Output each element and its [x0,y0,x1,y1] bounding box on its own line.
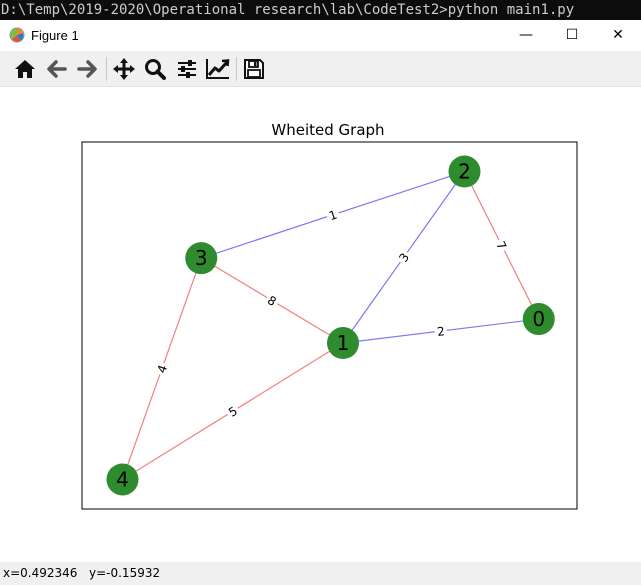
edge-weight-label: 4 [152,360,172,378]
node-label: 4 [116,467,129,491]
node-label: 1 [337,331,350,355]
edge-weight-label: 3 [393,247,414,267]
cursor-x-readout: x=0.492346 [3,566,78,580]
graph-plot: Wheited Graph 7 1 3 2 8 4 5 0 1 2 3 4 [81,121,578,510]
edge-weight-label: 5 [223,401,243,422]
title-bar: Figure 1 — ☐ ✕ [0,20,641,51]
configure-subplots-button[interactable] [174,56,200,82]
save-button[interactable] [241,56,267,82]
edit-axes-button[interactable] [205,56,231,82]
node-label: 3 [195,246,208,270]
matplotlib-app-icon [9,27,25,43]
cursor-y-readout: y=-0.15932 [89,566,161,580]
floppy-disk-icon [244,59,264,79]
close-button[interactable]: ✕ [595,20,641,51]
chart-title: Wheited Graph [271,121,384,139]
arrow-right-icon [77,60,97,78]
edge-weight-label: 1 [324,205,342,225]
toolbar-separator [106,57,107,81]
figure-window: Figure 1 — ☐ ✕ Wheited Graph 7 1 3 2 8 4… [0,20,641,585]
edge-weight-label: 8 [262,290,282,311]
move-icon [113,58,135,80]
forward-button[interactable] [74,56,100,82]
axes-frame [81,141,578,510]
maximize-button[interactable]: ☐ [549,20,595,51]
window-title: Figure 1 [31,28,79,43]
sliders-icon [178,60,196,78]
status-bar: x=0.492346 y=-0.15932 [0,562,641,585]
navigation-toolbar [0,51,641,87]
edge-weight-label: 7 [491,236,512,255]
home-icon [15,60,35,78]
figure-canvas[interactable]: Wheited Graph 7 1 3 2 8 4 5 0 1 2 3 4 [0,87,641,562]
zoom-button[interactable] [142,56,168,82]
pan-button[interactable] [111,56,137,82]
home-button[interactable] [12,56,38,82]
line-chart-icon [206,59,230,79]
node-label: 0 [532,307,545,331]
edge-weight-label: 2 [433,322,448,340]
minimize-button[interactable]: — [503,20,549,51]
arrow-left-icon [47,60,67,78]
node-label: 2 [458,160,471,184]
magnifier-icon [145,59,166,80]
back-button[interactable] [44,56,70,82]
toolbar-separator [236,57,237,81]
console-command-line: D:\Temp\2019-2020\Operational research\l… [0,0,641,20]
